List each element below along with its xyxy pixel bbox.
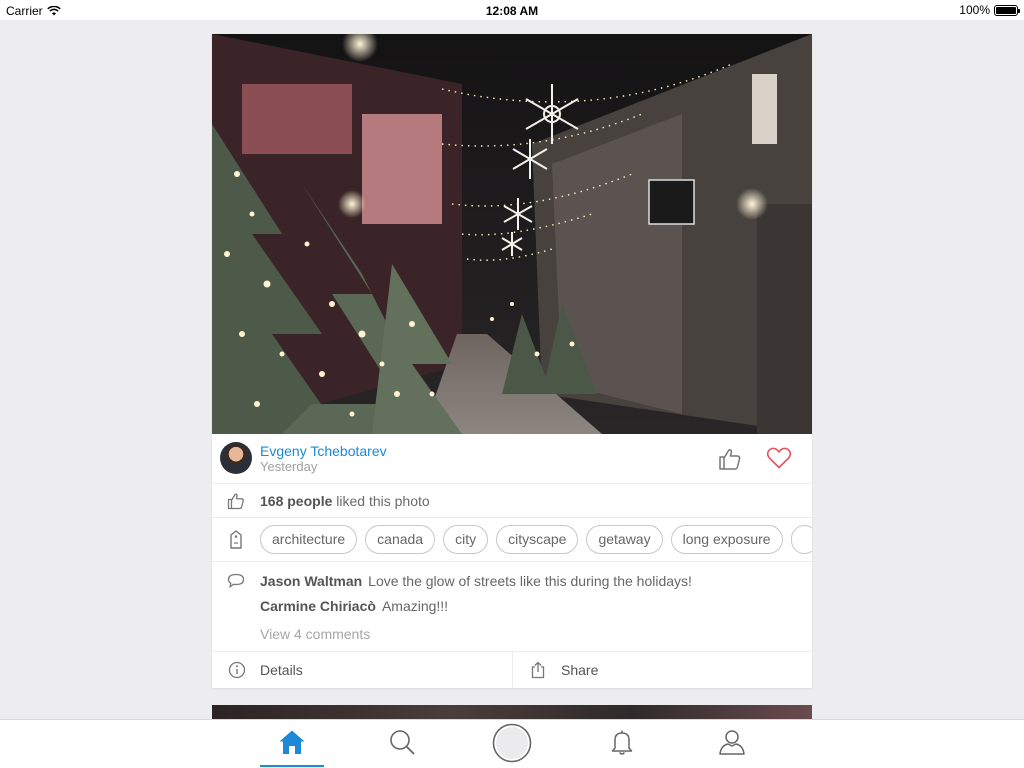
- favorite-button[interactable]: [766, 446, 792, 470]
- status-bar: Carrier 12:08 AM 100%: [0, 0, 1024, 20]
- camera-button-icon: [492, 723, 532, 763]
- likes-suffix: liked this photo: [332, 493, 430, 509]
- comment-text: Love the glow of streets like this durin…: [368, 573, 692, 589]
- tag-list: architecture canada city cityscape getaw…: [260, 525, 812, 554]
- battery-fill: [996, 6, 1016, 14]
- tab-notifications[interactable]: [592, 720, 652, 768]
- comment-author[interactable]: Jason Waltman: [260, 573, 362, 589]
- bell-icon: [611, 730, 633, 755]
- battery-indicator: 100%: [959, 3, 1020, 17]
- comment-item: Carmine Chiriacò Amazing!!!: [260, 598, 448, 614]
- post-photo[interactable]: [212, 34, 812, 434]
- tag-chip[interactable]: getaway: [586, 525, 663, 554]
- share-button[interactable]: Share: [512, 652, 812, 688]
- tag-chip[interactable]: canada: [365, 525, 436, 554]
- post-actions: Details Share: [212, 652, 812, 688]
- avatar[interactable]: [220, 442, 252, 474]
- likes-text: 168 people liked this photo: [260, 493, 430, 509]
- tag-chip[interactable]: architecture: [260, 525, 358, 554]
- comment-item: Jason Waltman Love the glow of streets li…: [260, 573, 692, 589]
- tab-camera[interactable]: [482, 720, 542, 768]
- comment-text: Amazing!!!: [381, 598, 449, 614]
- details-button[interactable]: Details: [212, 652, 512, 688]
- tab-home[interactable]: [262, 720, 322, 768]
- post-card: Evgeny Tchebotarev Yesterday 168 people …: [212, 34, 812, 688]
- thumbs-up-small-icon: [227, 493, 244, 510]
- comment-author[interactable]: Carmine Chiriacò: [260, 598, 376, 614]
- tag-chip-overflow[interactable]: [790, 525, 812, 554]
- tags-row: architecture canada city cityscape getaw…: [212, 518, 812, 562]
- active-tab-indicator: [260, 765, 324, 767]
- photo-winter-street-icon: [212, 34, 812, 434]
- tag-chip[interactable]: cityscape: [496, 525, 579, 554]
- battery-percent: 100%: [959, 3, 990, 17]
- details-label: Details: [260, 662, 303, 678]
- tag-chip[interactable]: city: [443, 525, 489, 554]
- info-icon: [228, 661, 246, 679]
- author-row: Evgeny Tchebotarev Yesterday: [212, 434, 812, 484]
- view-comments-link[interactable]: View 4 comments: [260, 626, 370, 642]
- comment-icon: [227, 573, 245, 588]
- battery-icon: [994, 4, 1020, 16]
- tag-icon: [230, 530, 242, 549]
- post-time: Yesterday: [260, 459, 318, 474]
- tab-search[interactable]: [372, 720, 432, 768]
- search-icon: [390, 730, 415, 755]
- heart-icon: [766, 447, 792, 469]
- likes-row[interactable]: 168 people liked this photo: [212, 484, 812, 518]
- clock: 12:08 AM: [485, 4, 539, 18]
- thumbs-up-icon: [719, 449, 741, 470]
- tab-profile[interactable]: [702, 720, 762, 768]
- next-post-photo[interactable]: [212, 705, 812, 719]
- author-name[interactable]: Evgeny Tchebotarev: [260, 443, 387, 459]
- tag-chip[interactable]: long exposure: [670, 525, 783, 554]
- like-button[interactable]: [718, 447, 742, 471]
- tab-bar: [0, 719, 1024, 768]
- profile-icon: [719, 730, 745, 755]
- home-icon: [279, 730, 305, 754]
- share-icon: [531, 661, 545, 679]
- likes-count: 168 people: [260, 493, 333, 509]
- comments-section: Jason Waltman Love the glow of streets li…: [212, 562, 812, 652]
- share-label: Share: [561, 662, 599, 678]
